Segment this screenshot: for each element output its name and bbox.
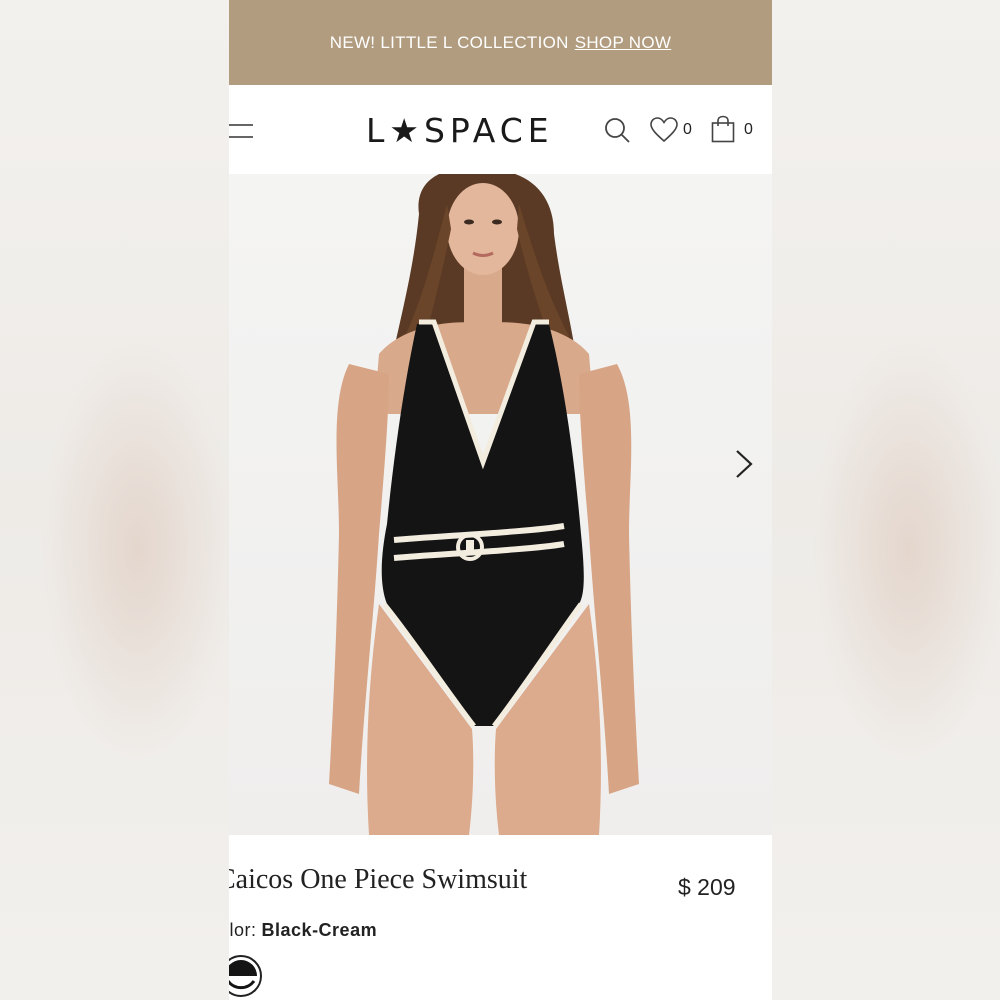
color-value: Black-Cream: [261, 920, 378, 940]
background-blur-left: [0, 0, 229, 1000]
brand-logo[interactable]: L★SPACE: [366, 111, 554, 150]
cart-count: 0: [744, 121, 753, 138]
promo-text: NEW! LITTLE L COLLECTION: [329, 32, 569, 52]
black-cream-swatch[interactable]: [229, 955, 262, 997]
phone-screen: NEW! LITTLE L COLLECTION SHOP NOW L★SPAC…: [229, 0, 772, 1000]
product-image[interactable]: [229, 174, 772, 835]
heart-icon[interactable]: [650, 117, 678, 143]
color-selection-label: olor: Black-Cream: [229, 920, 377, 941]
promo-bar: NEW! LITTLE L COLLECTION SHOP NOW: [229, 0, 772, 85]
wishlist-count: 0: [683, 121, 692, 138]
product-price: $ 209: [678, 874, 736, 900]
menu-icon[interactable]: [229, 123, 253, 139]
product-title: Caicos One Piece Swimsuit: [229, 864, 528, 895]
site-header: L★SPACE 0 0: [229, 85, 772, 174]
shopping-bag-icon[interactable]: [711, 115, 735, 143]
search-icon[interactable]: [603, 116, 631, 144]
next-image-arrow-icon[interactable]: [733, 448, 755, 480]
model-illustration: [329, 174, 639, 835]
shop-now-link[interactable]: SHOP NOW: [575, 33, 672, 53]
background-blur-right: [772, 0, 1000, 1000]
swatch-pattern: [229, 960, 257, 992]
color-label: olor:: [229, 920, 257, 940]
